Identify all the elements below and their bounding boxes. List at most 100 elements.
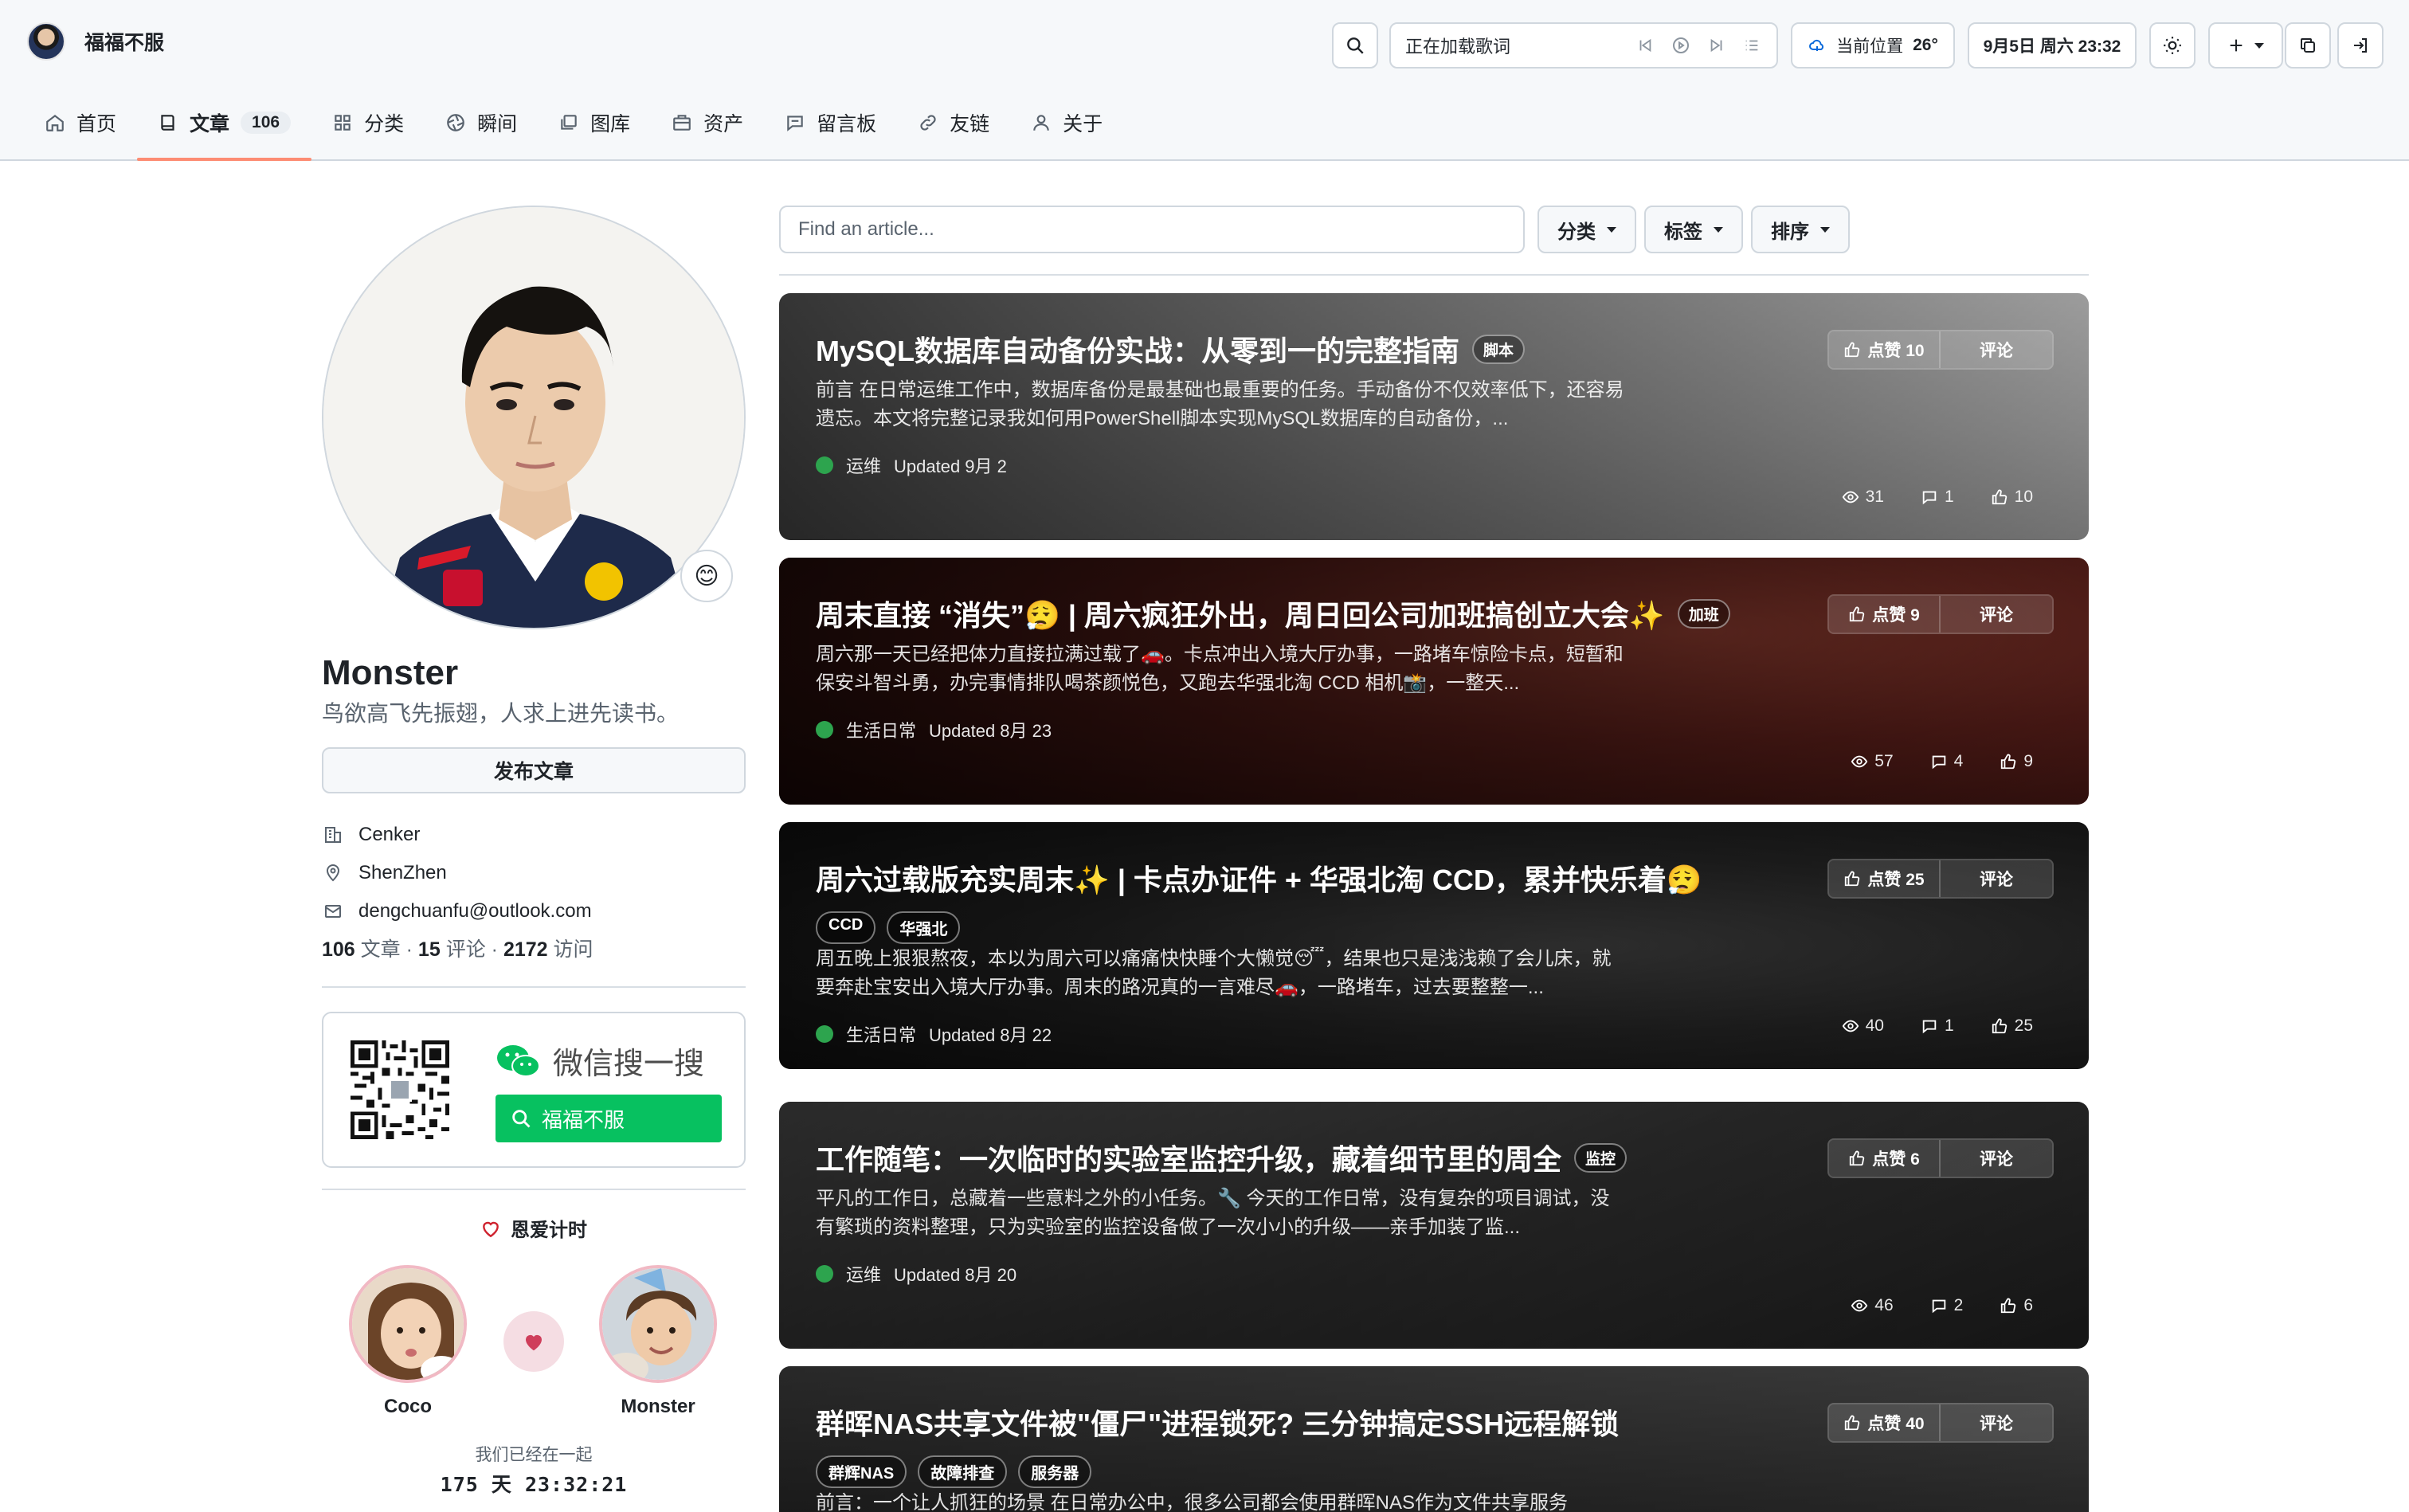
article-title[interactable]: MySQL数据库自动备份实战：从零到一的完整指南 [816,328,1459,370]
book-icon [161,115,174,131]
site-name[interactable]: 福福不服 [84,27,164,56]
article-tag[interactable]: CCD [816,911,876,944]
articles-count: 106 [322,938,355,961]
comment-button[interactable]: 评论 [1941,331,2052,368]
next-track-icon[interactable] [1708,37,1725,54]
article-card[interactable]: 群晖NAS共享文件被"僵尸"进程锁死? 三分钟搞定SSH远程解锁 群辉NAS 故… [779,1366,2089,1512]
article-tag[interactable]: 脚本 [1472,334,1526,364]
nav-about[interactable]: 关于 [1010,99,1123,147]
nav-categories[interactable]: 分类 [311,99,425,147]
heart-outline-icon [483,1221,499,1237]
lyrics-player: 正在加载歌词 [1389,22,1778,69]
sort-filter[interactable]: 排序 [1751,206,1850,253]
article-card[interactable]: 周六过载版充实周末✨ | 卡点办证件 + 华强北淘 CCD，累并快乐着😮‍💨 C… [779,822,2089,1069]
article-tag[interactable]: 华强北 [887,911,961,944]
thumbs-up-icon [1845,871,1860,887]
profile-name: Monster [322,653,459,692]
partner-name-right: Monster [621,1396,695,1417]
search-button[interactable] [1332,22,1378,69]
article-category[interactable]: 运维 [846,452,881,478]
comment-icon [787,116,803,131]
organization-icon [325,827,341,843]
profile-email[interactable]: dengchuanfu@outlook.com [322,892,592,930]
sidebar-divider [322,1189,746,1190]
previous-track-icon[interactable] [1636,37,1654,54]
theme-toggle[interactable] [2149,22,2196,69]
article-tag[interactable]: 加班 [1677,598,1730,629]
brand-avatar[interactable] [27,22,65,61]
article-card[interactable]: 工作随笔：一次临时的实验室监控升级，藏着细节里的周全 监控 平凡的工作日，总藏着… [779,1102,2089,1349]
like-button[interactable]: 点赞 25 [1829,860,1941,897]
comment-button[interactable]: 评论 [1941,1140,2052,1177]
nav-label: 瞬间 [477,113,518,135]
article-search-input[interactable] [779,206,1525,253]
status-emoji-button[interactable]: 😊 [680,550,733,602]
tags-filter[interactable]: 标签 [1644,206,1743,253]
article-tag[interactable]: 服务器 [1018,1455,1092,1488]
comment-icon [1932,755,1945,770]
article-title[interactable]: 群晖NAS共享文件被"僵尸"进程锁死? 三分钟搞定SSH远程解锁 [816,1401,1619,1443]
wechat-search-title: 微信搜一搜 [496,1039,704,1083]
article-card[interactable]: 周末直接 “消失”😮‍💨 | 周六疯狂外出，周日回公司加班搞创立大会✨ 加班 周… [779,558,2089,805]
publish-article-button[interactable]: 发布文章 [322,747,746,793]
profile-location: ShenZhen [322,854,592,892]
article-excerpt: 前言：一个让人抓狂的场景 在日常办公中，很多公司都会使用群晖NAS作为文件共享服… [816,1492,1569,1512]
like-button[interactable]: 点赞 6 [1829,1140,1941,1177]
profile-org: Cenker [322,816,592,854]
article-card[interactable]: MySQL数据库自动备份实战：从零到一的完整指南 脚本 前言 在日常运维工作中，… [779,293,2089,540]
article-title[interactable]: 周六过载版充实周末✨ | 卡点办证件 + 华强北淘 CCD，累并快乐着😮‍💨 [816,857,1702,899]
nav-label: 分类 [364,113,405,135]
nav-moments[interactable]: 瞬间 [425,99,538,147]
wechat-card[interactable]: 微信搜一搜 福福不服 [322,1012,746,1168]
article-title[interactable]: 工作随笔：一次临时的实验室监控升级，藏着细节里的周全 [816,1137,1561,1178]
comment-button[interactable]: 评论 [1941,596,2052,633]
main-divider [779,274,2089,276]
profile-bio: 鸟欲高飞先振翅，人求上进先读书。 [322,701,680,726]
nav-label: 友链 [950,113,990,135]
nav-label: 资产 [703,113,744,135]
copy-button[interactable] [2285,22,2331,69]
visits-count: 2172 [503,938,548,961]
article-category[interactable]: 运维 [846,1261,881,1287]
article-stats: 46 2 6 [1851,1296,2033,1315]
thumbs-up-icon [1850,1150,1865,1166]
thumbs-up-icon [1992,489,2007,505]
article-tag[interactable]: 故障排查 [918,1455,1008,1488]
category-dot [816,456,833,474]
nav-gallery[interactable]: 图库 [538,99,651,147]
login-button[interactable] [2337,22,2384,69]
profile-details: Cenker ShenZhen dengchuanfu@outlook.com [322,816,592,930]
article-tag[interactable]: 群辉NAS [816,1455,907,1488]
chevron-down-icon [1820,226,1830,233]
like-button[interactable]: 点赞 9 [1829,596,1941,633]
article-category[interactable]: 生活日常 [846,717,916,742]
like-button[interactable]: 点赞 40 [1829,1404,1941,1441]
nav-articles[interactable]: 文章 106 [137,99,312,161]
brand[interactable]: 福福不服 [27,22,164,61]
love-timer-title: 恩爱计时 [322,1214,746,1242]
article-tag[interactable]: 监控 [1574,1142,1628,1173]
nav-label: 文章 [190,113,230,135]
nav-home[interactable]: 首页 [24,99,137,147]
article-category[interactable]: 生活日常 [846,1021,916,1047]
nav-friend-links[interactable]: 友链 [897,99,1010,147]
wechat-search-bar[interactable]: 福福不服 [496,1095,722,1142]
playlist-icon[interactable] [1743,37,1761,54]
weather-widget[interactable]: 当前位置 26° [1791,22,1955,69]
play-icon[interactable] [1671,36,1690,55]
nav-guestbook[interactable]: 留言板 [764,99,897,147]
article-title[interactable]: 周末直接 “消失”😮‍💨 | 周六疯狂外出，周日回公司加班搞创立大会✨ [816,593,1665,634]
nav-assets[interactable]: 资产 [651,99,764,147]
article-actions: 点赞 25 评论 [1827,859,2054,899]
create-dropdown[interactable] [2208,22,2283,69]
category-filter[interactable]: 分类 [1537,206,1636,253]
comment-button[interactable]: 评论 [1941,1404,2052,1441]
article-updated: Updated 8月 20 [894,1265,1017,1285]
comment-icon [1932,1299,1945,1314]
like-button[interactable]: 点赞 10 [1829,331,1941,368]
eye-icon [1851,755,1868,768]
heart-icon [526,1334,542,1351]
location-pin-icon [326,864,340,882]
comment-button[interactable]: 评论 [1941,860,2052,897]
comments-count: 15 [417,938,441,961]
